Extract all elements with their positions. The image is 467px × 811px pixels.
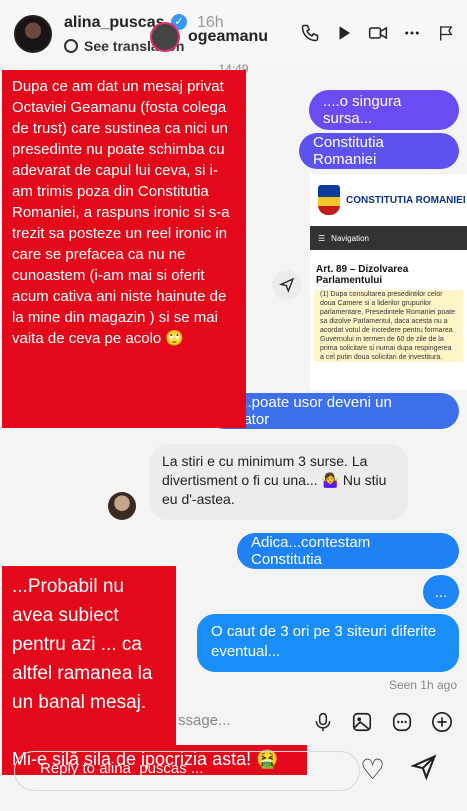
chat-header-icons — [299, 22, 457, 44]
composer-icons — [313, 711, 453, 738]
menu-icon: ☰ — [318, 233, 326, 243]
sticker-icon[interactable] — [391, 711, 413, 738]
constitution-title: CONSTITUTIA ROMANIEI — [346, 194, 466, 206]
phone-icon[interactable] — [299, 22, 321, 44]
overlay-text-block: Dupa ce am dat un mesaj privat Octaviei … — [2, 70, 246, 428]
story-avatar[interactable] — [14, 15, 52, 53]
message-bubble[interactable]: ... — [423, 575, 459, 609]
article-text: (1) Dupa consultarea presedintilor celor… — [314, 290, 463, 362]
reply-placeholder: Reply to alina_puscas ... — [40, 760, 204, 777]
coat-of-arms-icon — [318, 185, 340, 215]
constitution-image[interactable]: CONSTITUTIA ROMANIEI ☰ Navigation Art. 8… — [310, 174, 467, 390]
video-icon[interactable] — [367, 22, 389, 44]
send-icon[interactable] — [410, 753, 438, 786]
more-options-icon[interactable] — [401, 22, 423, 44]
globe-icon — [64, 39, 78, 53]
message-bubble[interactable]: Adica...contestam Constitutia — [237, 533, 459, 569]
gallery-icon[interactable] — [351, 711, 373, 738]
story-header: alina_puscas ✓ 16h See translation ogeam… — [0, 0, 467, 64]
overlay-text-block: ...Probabil nu avea subiect pentru azi .… — [2, 566, 176, 748]
share-icon[interactable] — [272, 270, 302, 300]
story-username[interactable]: alina_puscas — [64, 14, 165, 32]
nav-label: Navigation — [331, 233, 369, 243]
constitution-header: CONSTITUTIA ROMANIEI — [310, 174, 467, 226]
message-bubble[interactable]: Constitutia Romaniei — [299, 133, 459, 169]
article-title: Art. 89 – Dizolvarea Parlamentului — [316, 264, 409, 286]
chat-avatar — [150, 22, 180, 52]
message-bubble[interactable]: ....o singura sursa... — [309, 90, 459, 130]
microphone-icon[interactable] — [313, 711, 333, 738]
seen-status: Seen 1h ago — [388, 678, 457, 692]
message-input[interactable]: ssage... — [178, 712, 231, 729]
flag-icon[interactable] — [435, 22, 457, 44]
sender-avatar — [108, 492, 136, 520]
message-bubble[interactable]: O caut de 3 ori pe 3 siteuri diferite ev… — [197, 614, 459, 672]
received-message-bubble[interactable]: La stiri e cu minimum 3 surse. La divert… — [150, 444, 408, 520]
add-icon[interactable] — [431, 711, 453, 738]
constitution-nav: ☰ Navigation — [310, 226, 467, 250]
play-icon[interactable] — [333, 22, 355, 44]
chat-title: ogeamanu — [188, 28, 269, 45]
instagram-story-screen: alina_puscas ✓ 16h See translation ogeam… — [0, 0, 467, 811]
heart-icon[interactable]: ♡ — [360, 753, 385, 786]
